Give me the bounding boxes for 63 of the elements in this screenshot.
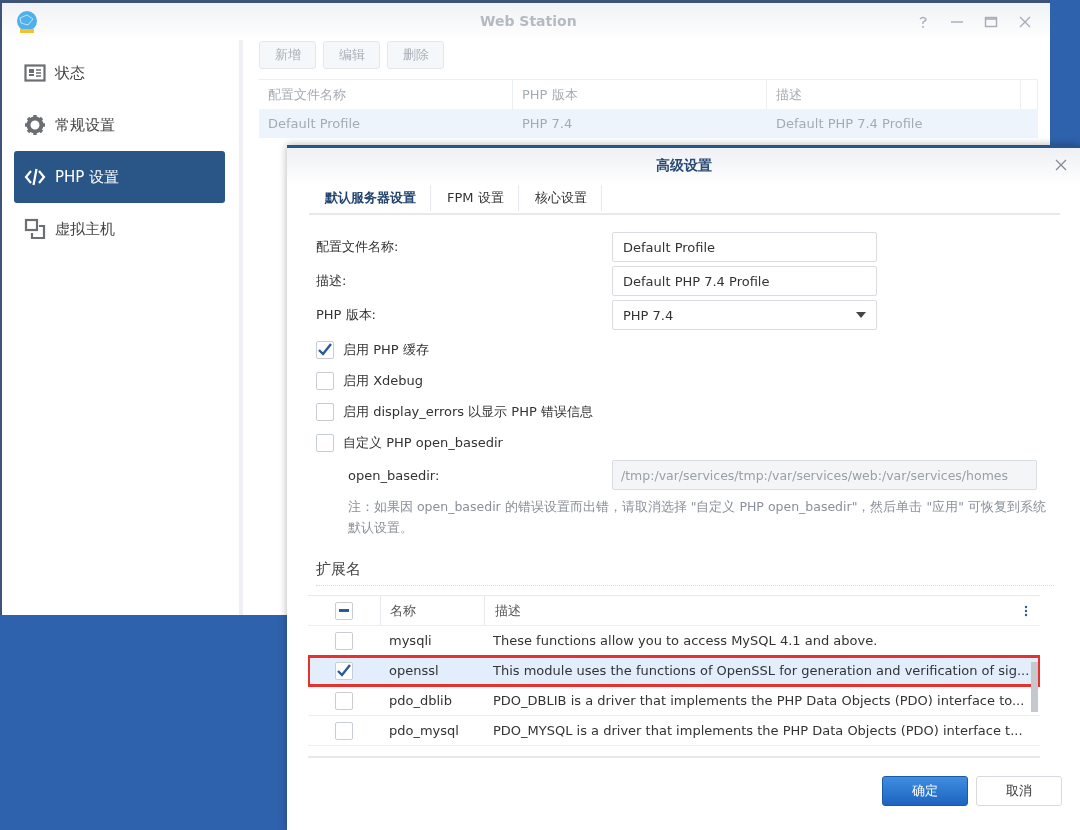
tab[interactable]: 核心设置 [518, 185, 602, 211]
globe-icon [15, 9, 39, 34]
table-cell-text: pdo_mysql [388, 723, 460, 738]
maximize-icon[interactable] [984, 14, 998, 29]
checkbox[interactable] [316, 433, 334, 452]
table-cell-text: PHP 7.4 [521, 116, 574, 131]
column-header[interactable]: 名称 [380, 596, 484, 625]
cancel-button[interactable]: 取消 [976, 776, 1062, 806]
tab[interactable]: FPM 设置 [431, 185, 519, 211]
dropdown[interactable]: PHP 7.4 [612, 300, 877, 330]
table-cell-text: openssl [388, 663, 440, 678]
table-cell-text: This module uses the functions of OpenSSL for generation and verification of sig... [492, 663, 1030, 678]
checkbox[interactable] [335, 691, 353, 710]
checkbox[interactable] [316, 402, 334, 421]
text-field[interactable]: Default PHP 7.4 Profile [612, 266, 877, 296]
checkbox-label: 启用 Xdebug [343, 371, 424, 390]
id-card-icon [24, 62, 46, 84]
table-cell-text: Default Profile [267, 116, 362, 131]
sidebar-item[interactable]: 状态 [14, 47, 225, 99]
section-title: 扩展名 [316, 560, 1054, 586]
windows-icon [24, 218, 46, 240]
sidebar-item[interactable]: 常规设置 [14, 99, 225, 151]
checkbox-label: 启用 display_errors 以显示 PHP 错误信息 [343, 402, 593, 421]
field-label: PHP 版本: [316, 306, 377, 324]
dialog-title: 高级设置 [656, 157, 712, 175]
more-icon[interactable] [1024, 604, 1028, 617]
text-field[interactable]: Default Profile [612, 232, 877, 262]
sidebar-item[interactable]: PHP 设置 [14, 151, 225, 203]
close-icon[interactable] [1018, 14, 1032, 29]
sidebar-label: 状态 [55, 63, 85, 83]
sidebar-label: 常规设置 [55, 115, 115, 135]
close-icon[interactable] [1054, 158, 1068, 172]
select-all-checkbox[interactable] [335, 601, 353, 620]
checkbox[interactable] [335, 721, 353, 740]
caret-icon [856, 312, 866, 318]
table-cell-text: These functions allow you to access MySQL 4.1 and above. [492, 633, 878, 648]
field-label: 描述: [316, 272, 348, 290]
table-cell-text: Default PHP 7.4 Profile [775, 116, 924, 131]
table-cell-text: PDO_MYSQL is a driver that implements the PHP Data Objects (PDO) interface t... [492, 723, 1023, 738]
ok-button[interactable]: 确定 [882, 776, 968, 806]
checkbox[interactable] [335, 661, 353, 680]
field-label: open_basedir: [347, 467, 441, 483]
window-title: Web Station [480, 13, 577, 29]
checkbox[interactable] [316, 371, 334, 390]
table-row[interactable]: openssl This module uses the functions of OpenSSL for generation and verification of sig... [308, 656, 1040, 686]
sidebar-label: 虚拟主机 [55, 219, 115, 239]
table-cell-text: pdo_dblib [388, 693, 453, 708]
scrollbar[interactable] [1031, 662, 1038, 712]
code-icon [24, 166, 46, 188]
sidebar-item[interactable]: 虚拟主机 [14, 203, 225, 255]
gear-icon [24, 114, 46, 136]
checkbox-label: 启用 PHP 缓存 [343, 340, 429, 359]
column-header[interactable]: 描述 [484, 596, 1024, 625]
checkbox-label: 自定义 PHP open_basedir [343, 433, 503, 452]
field-label: 配置文件名称: [316, 238, 400, 256]
table-row[interactable]: pdo_mysql PDO_MYSQL is a driver that implements the PHP Data Objects (PDO) interface t... [308, 716, 1040, 746]
note-text: 注：如果因 open_basedir 的错误设置而出错，请取消选择 "自定义 PHP open_basedir"，然后单击 "应用" 可恢复到系统默认设置。 [348, 498, 1047, 537]
table-cell-text: PDO_DBLIB is a driver that implements the PHP Data Objects (PDO) interface to... [492, 693, 1025, 708]
sidebar-label: PHP 设置 [55, 167, 120, 187]
table-cell-text: mysqli [388, 633, 433, 648]
checkbox[interactable] [316, 340, 334, 359]
tab[interactable]: 默认服务器设置 [309, 185, 431, 211]
checkbox[interactable] [335, 631, 353, 650]
